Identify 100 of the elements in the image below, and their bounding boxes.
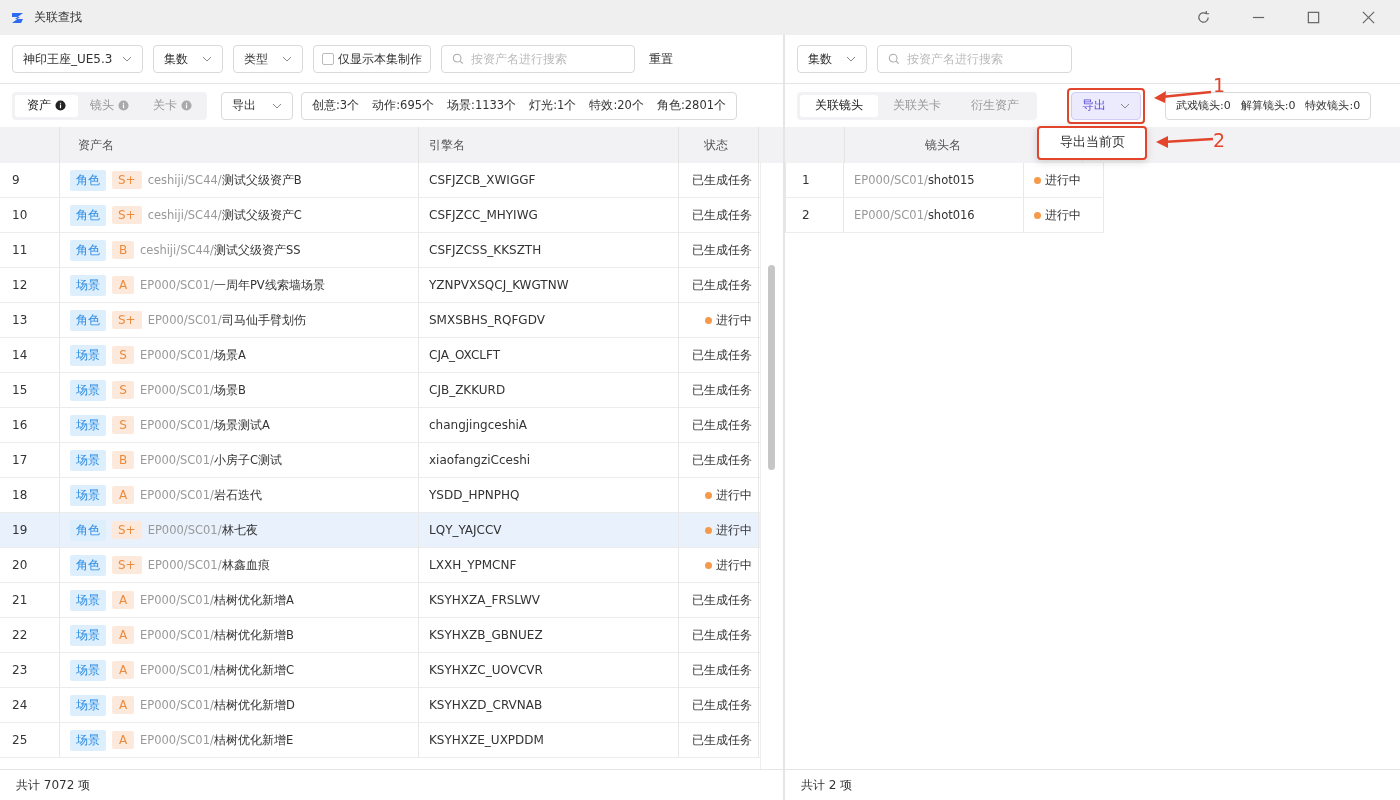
stat-count: 特效:20个: [589, 98, 644, 113]
table-row[interactable]: 13 角色 S+ EP000/SC01/司马仙手臂划伤 SMXSBHS_RQFGDV 进行中: [0, 303, 760, 338]
tab[interactable]: 资产: [15, 94, 78, 117]
status-text: 进行中: [716, 486, 752, 504]
status-dot: [705, 491, 712, 499]
column-header: 资产名: [60, 127, 419, 163]
engine-name: KSYHXZE_UXPDDM: [429, 733, 544, 747]
menu-item[interactable]: 导出当前页: [1039, 127, 1145, 158]
status-dot: [1034, 211, 1041, 219]
grade-tag: S: [112, 346, 134, 364]
status-text: 已生成任务: [692, 697, 752, 713]
close-icon[interactable]: [1361, 10, 1376, 25]
row-number: 24: [12, 698, 28, 712]
annotation-number: 2: [1213, 128, 1226, 151]
status-dot: [705, 526, 712, 534]
row-number: 20: [12, 558, 28, 572]
row-number: 15: [12, 383, 28, 397]
category-tag: 场景: [70, 589, 106, 611]
row-number: 18: [12, 488, 28, 502]
row-number: 16: [12, 418, 28, 432]
asset-name: EP000/SC01/桔树优化新增E: [140, 732, 294, 748]
table-row[interactable]: 14 场景 S EP000/SC01/场景A CJA_OXCLFT 已生成任务: [0, 338, 760, 373]
reset-button[interactable]: 重置: [645, 50, 677, 68]
table-row[interactable]: 23 场景 A EP000/SC01/桔树优化新增C KSYHXZC_UOVCVR 已生成任务: [0, 653, 760, 688]
project-dropdown[interactable]: 神印王座_UE5.3: [12, 45, 143, 73]
search-field[interactable]: 按资产名进行搜索: [441, 45, 635, 73]
caret-icon: [202, 56, 212, 62]
table-row[interactable]: 17 场景 B EP000/SC01/小房子C测试 xiaofangziCceshi 已生成任务: [0, 443, 760, 478]
row-number: 22: [12, 628, 28, 642]
status-text: 进行中: [716, 521, 752, 539]
asset-name: EP000/SC01/场景测试A: [140, 417, 270, 433]
asset-name: EP000/SC01/司马仙手臂划伤: [147, 312, 306, 328]
engine-name: KSYHXZB_GBNUEZ: [429, 628, 543, 642]
search-field[interactable]: 按资产名进行搜索: [877, 45, 1072, 73]
scrollbar-thumb[interactable]: [768, 265, 775, 470]
episode-dropdown[interactable]: 集数: [153, 45, 223, 73]
type-dropdown[interactable]: 类型: [233, 45, 303, 73]
status-text: 已生成任务: [692, 207, 752, 223]
engine-name: KSYHXZC_UOVCVR: [429, 663, 543, 677]
asset-name: EP000/SC01/小房子C测试: [140, 452, 282, 468]
row-number: 23: [12, 663, 28, 677]
status-text: 已生成任务: [692, 277, 752, 293]
table-row[interactable]: 15 场景 S EP000/SC01/场景B CJB_ZKKURD 已生成任务: [0, 373, 760, 408]
stat-count: 角色:2801个: [656, 98, 727, 113]
row-number: 1: [802, 173, 810, 187]
engine-name: CSFJZCB_XWIGGF: [429, 173, 536, 187]
category-tag: 角色: [70, 554, 106, 576]
episode-dropdown[interactable]: 集数: [797, 45, 867, 73]
status-dot: [1034, 176, 1041, 184]
status-text: 已生成任务: [692, 382, 752, 398]
table-row[interactable]: 21 场景 A EP000/SC01/桔树优化新增A KSYHXZA_FRSLWV 已生成任务: [0, 583, 760, 618]
category-tag: 场景: [70, 449, 106, 471]
grade-tag: A: [112, 276, 134, 294]
grade-tag: S+: [112, 206, 142, 224]
table-row[interactable]: 11 角色 B ceshiji/SC44/测试父级资产SS CSFJZCSS_KKSZTH 已生成任务: [0, 233, 760, 268]
caret-icon: [282, 56, 292, 62]
shot-name: EP000/SC01/shot015: [854, 173, 975, 187]
column-header: 引擎名: [419, 127, 679, 163]
row-number: 12: [12, 278, 28, 292]
window-title: 关联查找: [34, 9, 82, 26]
table-row[interactable]: 16 场景 S EP000/SC01/场景测试A changjingceshiA 已生成任务: [0, 408, 760, 443]
maximize-icon[interactable]: [1306, 10, 1321, 25]
row-number: 17: [12, 453, 28, 467]
tab[interactable]: 关联镜头: [800, 94, 878, 117]
category-tag: 场景: [70, 379, 106, 401]
table-row[interactable]: 24 场景 A EP000/SC01/桔树优化新增D KSYHXZD_CRVNAB 已生成任务: [0, 688, 760, 723]
status-text: 已生成任务: [692, 347, 752, 363]
engine-name: CSFJZCSS_KKSZTH: [429, 243, 542, 257]
status-text: 进行中: [1045, 171, 1081, 189]
info-icon: [55, 100, 66, 111]
table-row[interactable]: 20 角色 S+ EP000/SC01/林鑫血痕 LXXH_YPMCNF 进行中: [0, 548, 760, 583]
table-row[interactable]: 12 场景 A EP000/SC01/一周年PV线索墙场景 YZNPVXSQCJ_KWGTNW 已生成任务: [0, 268, 760, 303]
status-text: 已生成任务: [692, 627, 752, 643]
table-row[interactable]: 9 角色 S+ ceshiji/SC44/测试父级资产B CSFJZCB_XWIGGF 已生成任务: [0, 163, 760, 198]
search-icon: [888, 53, 900, 65]
caret-icon: [846, 56, 856, 62]
table-row[interactable]: 10 角色 S+ ceshiji/SC44/测试父级资产C CSFJZCC_MHYIWG 已生成任务: [0, 198, 760, 233]
engine-name: YZNPVXSQCJ_KWGTNW: [429, 278, 569, 292]
grade-tag: B: [112, 451, 134, 469]
export-dropdown[interactable]: 导出: [221, 91, 293, 120]
status-text: 已生成任务: [692, 172, 752, 188]
engine-name: SMXSBHS_RQFGDV: [429, 313, 545, 327]
search-icon: [452, 53, 464, 65]
checkbox[interactable]: [322, 53, 334, 65]
info-icon: [181, 100, 192, 111]
status-text: 已生成任务: [692, 452, 752, 468]
refresh-icon[interactable]: [1196, 10, 1211, 25]
status-text: 已生成任务: [692, 662, 752, 678]
asset-name: ceshiji/SC44/测试父级资产C: [147, 207, 302, 223]
export-dropdown[interactable]: 导出: [1071, 91, 1141, 120]
table-row[interactable]: 19 角色 S+ EP000/SC01/林七夜 LQY_YAJCCV 进行中: [0, 513, 760, 548]
table-row[interactable]: 25 场景 A EP000/SC01/桔树优化新增E KSYHXZE_UXPDDM 已生成任务: [0, 723, 760, 758]
asset-name: EP000/SC01/岩石迭代: [140, 487, 262, 503]
engine-name: xiaofangziCceshi: [429, 453, 531, 467]
table-row[interactable]: 22 场景 A EP000/SC01/桔树优化新增B KSYHXZB_GBNUEZ 已生成任务: [0, 618, 760, 653]
category-tag: 角色: [70, 519, 106, 541]
grade-tag: S+: [112, 171, 142, 189]
row-number: 2: [802, 208, 810, 222]
status-dot: [705, 316, 712, 324]
caret-icon: [1120, 102, 1130, 109]
